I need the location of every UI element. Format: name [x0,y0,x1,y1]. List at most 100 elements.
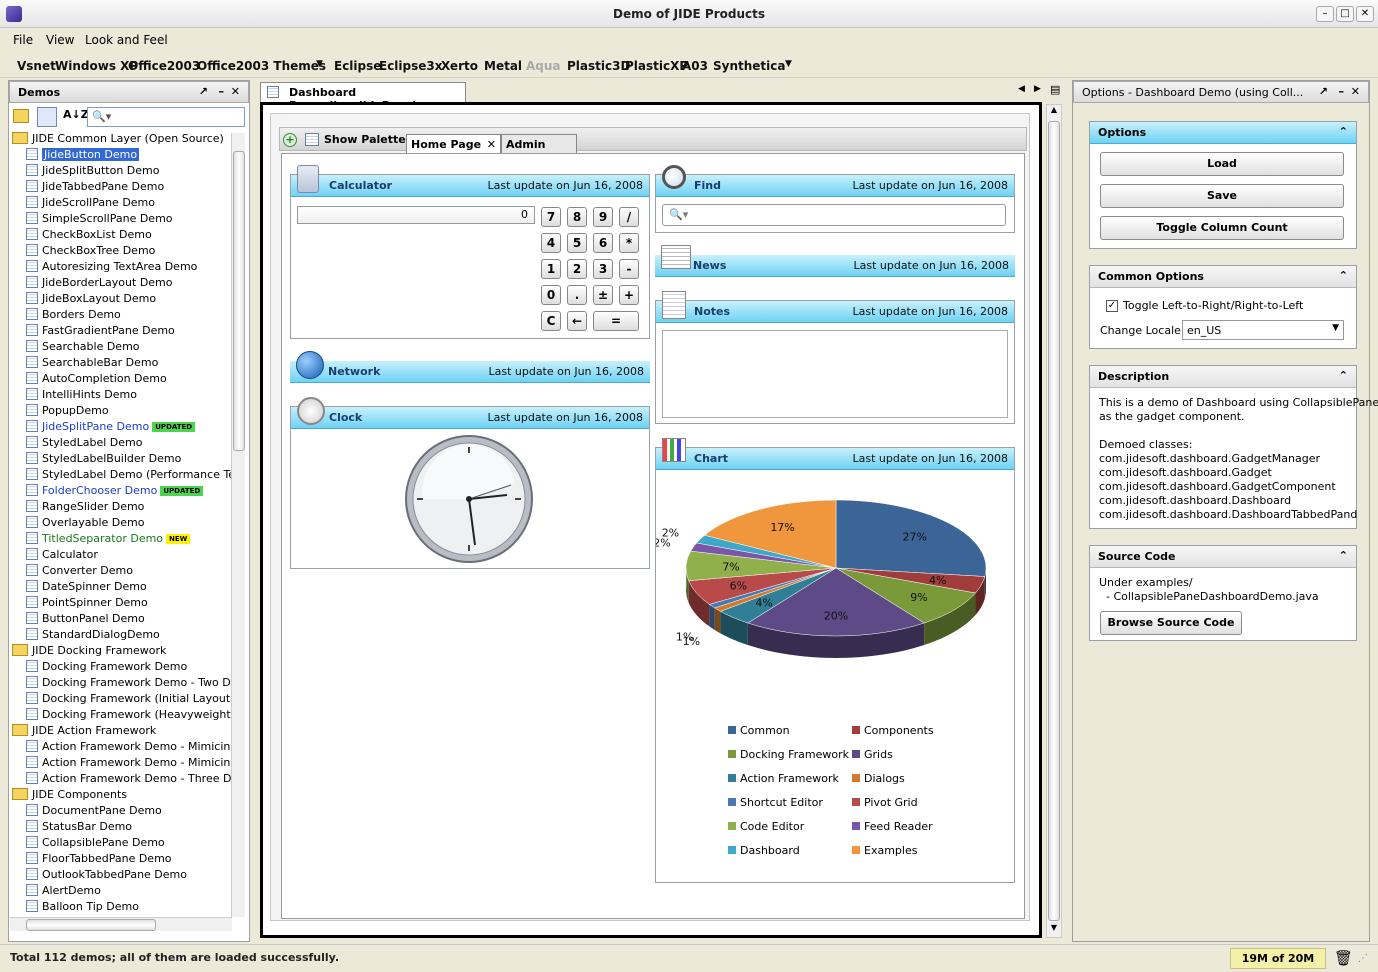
tab-next-icon[interactable]: ▶ [1034,84,1041,94]
tree-item[interactable]: AlertDemo [26,883,101,899]
tree-item[interactable]: JideSplitButton Demo [26,163,159,179]
tree-item[interactable]: IntelliHints Demo [26,387,137,403]
find-input[interactable]: 🔍▾ [662,204,1006,226]
chevron-down-icon[interactable]: ▼ [785,59,792,69]
memory-indicator[interactable]: 19M of 20M [1230,948,1326,969]
select-icon[interactable] [37,107,57,127]
tab-prev-icon[interactable]: ◀ [1018,84,1025,94]
tree-item[interactable]: JideSplitPane Demo UPDATED [26,419,196,435]
load-button[interactable]: Load [1100,152,1344,176]
tree-item[interactable]: Action Framework Demo - Mimicing Visi [26,739,236,755]
resize-grip-icon[interactable]: ⋰ [1358,953,1368,964]
tree-item[interactable]: RangeSlider Demo [26,499,144,515]
tab-admin-page[interactable]: Admin Page [501,134,577,164]
calculator-key[interactable]: + [619,285,639,305]
close-button[interactable]: ✕ [1356,6,1374,22]
tab-list-icon[interactable]: ▤ [1050,83,1060,96]
tree-item[interactable]: StatusBar Demo [26,819,132,835]
chevron-down-icon[interactable]: ▼ [316,59,323,69]
tree-scrollbar[interactable] [231,133,245,917]
tree-item[interactable]: StyledLabelBuilder Demo [26,451,181,467]
tree-item[interactable]: Converter Demo [26,563,133,579]
laf-synthetica[interactable]: Synthetica [713,59,786,73]
clock-header[interactable]: Clock Last update on Jun 16, 2008 [291,397,649,429]
source-code-header[interactable]: Source Code ⌃ [1090,546,1356,568]
tab-home-page[interactable]: Home Page ✕ [406,134,501,153]
search-input[interactable]: 🔍▾ [87,107,245,127]
tree-item[interactable]: JideScrollPane Demo [26,195,155,211]
laf-plastic3d[interactable]: Plastic3D [567,59,630,73]
close-tab-icon[interactable]: ✕ [487,138,496,151]
tree-item[interactable]: ButtonPanel Demo [26,611,145,627]
calculator-key[interactable]: 4 [541,233,561,253]
tree-item[interactable]: CollapsiblePane Demo [26,835,165,851]
tree-item[interactable]: JideBorderLayout Demo [26,275,173,291]
ltr-checkbox-label[interactable]: Toggle Left-to-Right/Right-to-Left [1123,299,1303,312]
maximize-button[interactable]: □ [1336,6,1354,22]
tree-item[interactable]: FastGradientPane Demo [26,323,175,339]
notes-textarea[interactable] [662,330,1008,418]
tree-item[interactable]: AutoCompletion Demo [26,371,167,387]
show-palette-button[interactable]: Show Palette [324,133,406,146]
collapse-icon[interactable]: ⌃ [1339,369,1348,382]
dashboard-scrollbar[interactable]: ▲ ▼ [1046,104,1062,938]
laf-eclipse[interactable]: Eclipse [334,59,381,73]
ltr-checkbox[interactable]: ✓ [1106,300,1118,312]
tree-item[interactable]: SearchableBar Demo [26,355,158,371]
minimize-icon[interactable]: – [219,85,225,98]
tree-item[interactable]: StyledLabel Demo (Performance Test) [26,467,236,483]
tree-hscrollbar[interactable] [10,917,232,931]
tree-item[interactable]: SimpleScrollPane Demo [26,211,173,227]
description-header[interactable]: Description ⌃ [1090,366,1356,388]
tree-item[interactable]: PopupDemo [26,403,109,419]
tree-item[interactable]: DateSpinner Demo [26,579,147,595]
tree-item[interactable]: Borders Demo [26,307,121,323]
scrollbar-thumb[interactable] [233,151,245,451]
tree-item[interactable]: StandardDialogDemo [26,627,160,643]
browse-source-code-button[interactable]: Browse Source Code [1100,611,1242,635]
network-header[interactable]: Network Last update on Jun 16, 2008 [290,351,650,383]
tree-item[interactable]: Balloon Tip Demo [26,899,139,915]
calculator-key[interactable]: ← [567,311,587,331]
tree-item[interactable]: PointSpinner Demo [26,595,148,611]
tree-item[interactable]: Docking Framework Demo [26,659,187,675]
tree-item[interactable]: JideBoxLayout Demo [26,291,156,307]
tree-item[interactable]: CheckBoxTree Demo [26,243,155,259]
laf-office2003[interactable]: Office2003 [128,59,200,73]
locale-select[interactable]: en_US ▼ [1182,320,1344,340]
calculator-key[interactable]: 8 [567,207,587,227]
calculator-key[interactable]: 1 [541,259,561,279]
find-header[interactable]: Find Last update on Jun 16, 2008 [656,165,1014,197]
calculator-key[interactable]: 7 [541,207,561,227]
tree-item[interactable]: DocumentPane Demo [26,803,162,819]
tree-item[interactable]: JideTabbedPane Demo [26,179,164,195]
open-folder-icon[interactable] [13,109,29,123]
close-icon[interactable]: ✕ [231,85,240,98]
minimize-button[interactable]: – [1316,6,1334,22]
close-icon[interactable]: ✕ [1351,85,1360,98]
laf-metal[interactable]: Metal [484,59,522,73]
notes-header[interactable]: Notes Last update on Jun 16, 2008 [656,291,1014,323]
hscrollbar-thumb[interactable] [26,919,156,931]
tree-item[interactable]: Autoresizing TextArea Demo [26,259,197,275]
sort-icon[interactable]: A↓Z [63,108,89,121]
tree-folder[interactable]: JIDE Docking Framework [12,643,166,659]
collapse-icon[interactable]: ⌃ [1339,549,1348,562]
options-section-header[interactable]: Options ⌃ [1090,122,1356,144]
tree-item[interactable]: FloorTabbedPane Demo [26,851,172,867]
calculator-key[interactable]: * [619,233,639,253]
laf-vsnet[interactable]: Vsnet [17,59,56,73]
laf-eclipse3x[interactable]: Eclipse3x [379,59,443,73]
scroll-up-icon[interactable]: ▲ [1047,105,1061,119]
tree-item[interactable]: OutlookTabbedPane Demo [26,867,187,883]
tree-item[interactable]: TitledSeparator Demo NEW [26,531,191,547]
tree-item[interactable]: Docking Framework (Heavyweight Cor [26,707,236,723]
tree-folder[interactable]: JIDE Action Framework [12,723,156,739]
tree-item[interactable]: Calculator [26,547,98,563]
calculator-header[interactable]: Calculator Last update on Jun 16, 2008 [291,165,649,197]
pin-icon[interactable]: ↗ [199,85,208,98]
calculator-key[interactable]: 5 [567,233,587,253]
add-icon[interactable]: + [283,133,297,147]
toggle-column-count-button[interactable]: Toggle Column Count [1100,216,1344,240]
laf-plasticxp[interactable]: PlasticXP [625,59,688,73]
